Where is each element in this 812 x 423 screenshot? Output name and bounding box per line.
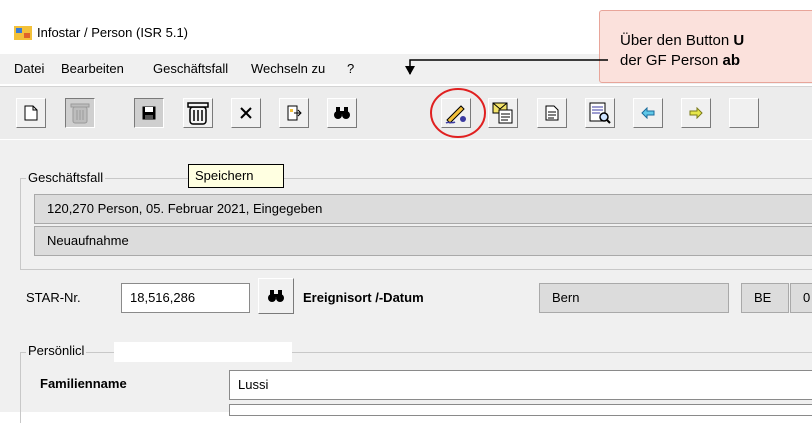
trash-disabled-button[interactable]: [65, 98, 95, 128]
arrow-left-icon: [641, 107, 655, 119]
star-search-button[interactable]: [258, 278, 294, 314]
star-nr-field[interactable]: 18,516,286: [121, 283, 250, 313]
callout-line-1: Über den Button U: [620, 32, 745, 49]
toolbar: [0, 86, 812, 139]
previous-button[interactable]: [633, 98, 663, 128]
delete-x-icon: [240, 107, 252, 119]
highlight-circle: [430, 88, 486, 138]
ereignis-datum-field: 0: [790, 283, 812, 313]
kanton-field: BE: [741, 283, 789, 313]
next-button[interactable]: [681, 98, 711, 128]
document-icon: [545, 105, 559, 121]
overflow-button[interactable]: [729, 98, 759, 128]
envelope-document-button[interactable]: [488, 98, 518, 128]
trash-icon: [187, 102, 209, 125]
new-button[interactable]: [16, 98, 46, 128]
callout-line-2: der GF Person ab: [620, 52, 741, 69]
trash-disabled-icon: [70, 103, 90, 124]
geschaeftsfall-label: Geschäftsfall: [26, 170, 106, 185]
save-icon: [142, 106, 156, 120]
familienname-label: Familienname: [40, 376, 127, 391]
familienname-field[interactable]: Lussi: [229, 370, 812, 400]
geschaeftsfall-group: [20, 178, 812, 270]
list-search-button[interactable]: [585, 98, 615, 128]
new-document-icon: [24, 105, 38, 121]
geschaeftsfall-line1: 120,270 Person, 05. Februar 2021, Eingeg…: [34, 194, 812, 224]
star-nr-label: STAR-Nr.: [26, 290, 81, 305]
ereignisort-field: Bern: [539, 283, 729, 313]
geschaeftsfall-line2: Neuaufnahme: [34, 226, 812, 256]
binoculars-search-icon: [334, 107, 350, 119]
exit-door-icon: [287, 105, 302, 121]
arrow-right-icon: [689, 107, 703, 119]
search-button[interactable]: [327, 98, 357, 128]
menu-geschaeftsfall[interactable]: Geschäftsfall: [153, 61, 228, 76]
save-button[interactable]: [134, 98, 164, 128]
next-field-edge: [229, 404, 812, 416]
binoculars-search-icon: [268, 290, 284, 302]
menu-wechseln-zu[interactable]: Wechseln zu: [251, 61, 325, 76]
envelope-document-icon: [492, 102, 513, 124]
trash-button[interactable]: [183, 98, 213, 128]
callout-arrow: [405, 59, 608, 75]
list-search-icon: [589, 102, 611, 124]
persoenlich-label: Persönlicl: [26, 343, 87, 358]
menu-help[interactable]: ?: [347, 61, 354, 76]
instruction-callout: Über den Button U der GF Person ab: [599, 10, 812, 83]
exit-button[interactable]: [279, 98, 309, 128]
app-logo-icon: [14, 26, 32, 40]
menu-bearbeiten[interactable]: Bearbeiten: [61, 61, 124, 76]
delete-button[interactable]: [231, 98, 261, 128]
window-title: Infostar / Person (ISR 5.1): [37, 25, 189, 40]
menu-datei[interactable]: Datei: [14, 61, 44, 76]
group-label-mask: [114, 342, 292, 362]
ereignisort-label: Ereignisort /-Datum: [303, 290, 424, 305]
save-tooltip: Speichern: [188, 164, 284, 188]
document-button[interactable]: [537, 98, 567, 128]
